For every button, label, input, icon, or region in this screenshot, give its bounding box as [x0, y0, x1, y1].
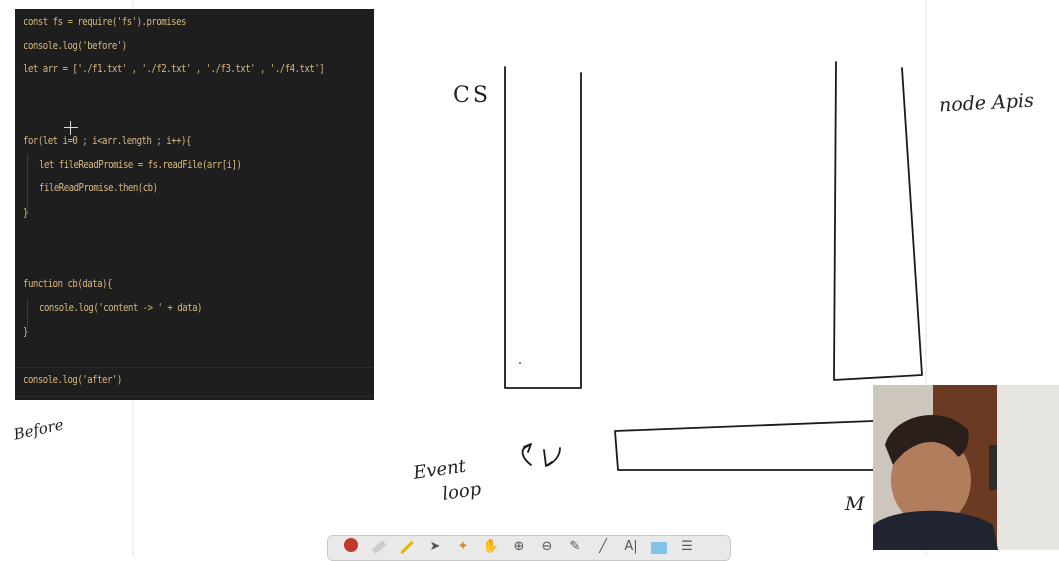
event-loop-arrow [543, 447, 561, 467]
more-tool-icon[interactable]: ☰ [676, 538, 698, 558]
presenter-video-frame [873, 385, 1059, 550]
line-tool-icon[interactable]: ╱ [592, 538, 614, 558]
event-loop-arrow [521, 443, 532, 466]
pen-tool-icon[interactable] [340, 538, 362, 558]
call-stack-box [504, 66, 582, 389]
node-apis-box [833, 61, 923, 381]
highlighter-tool-icon[interactable] [368, 538, 390, 558]
laser-tool-icon[interactable]: ✦ [452, 538, 474, 558]
presenter-webcam [873, 385, 1059, 550]
zoom-out-icon[interactable]: ⊖ [536, 538, 558, 558]
zoom-in-icon[interactable]: ⊕ [508, 538, 530, 558]
eraser-tool-icon[interactable]: ✎ [564, 538, 586, 558]
callback-queue-box [614, 420, 874, 471]
call-stack-label: CS [453, 83, 491, 108]
drawing-toolbar: ➤ ✦ ✋ ⊕ ⊖ ✎ ╱ A| ☰ [327, 535, 731, 561]
queue-label-partial: M [845, 493, 865, 515]
pointer-tool-icon[interactable]: ➤ [424, 538, 446, 558]
color-tool-icon[interactable] [648, 538, 670, 558]
text-tool-icon[interactable]: A| [620, 538, 642, 558]
marker-tool-icon[interactable] [396, 538, 418, 558]
hand-tool-icon[interactable]: ✋ [480, 538, 502, 558]
